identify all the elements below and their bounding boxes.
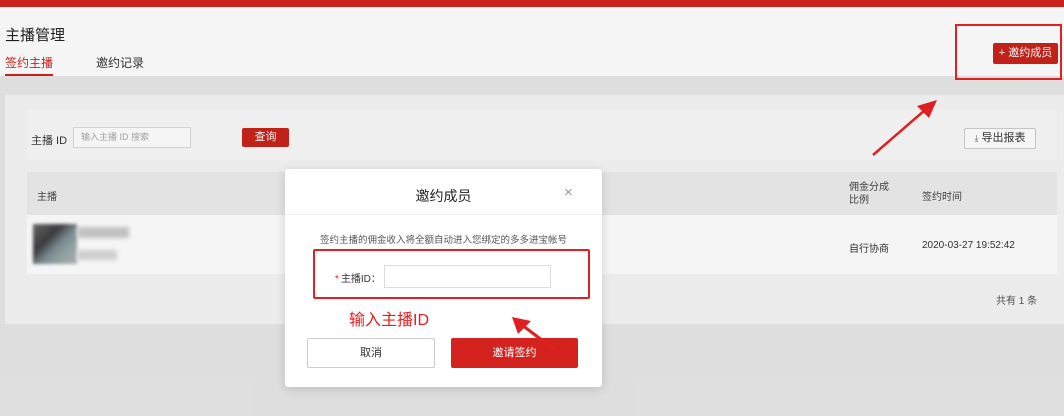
modal-description: 签约主播的佣金收入将全额自动进入您绑定的多多进宝帐号 <box>319 235 567 246</box>
modal-divider <box>285 214 602 215</box>
commission-cell: 自行协商 <box>849 244 889 255</box>
invite-member-modal: 邀约成员 × 签约主播的佣金收入将全额自动进入您绑定的多多进宝帐号 * 主播ID：… <box>285 169 602 387</box>
column-header-streamer: 主播 <box>37 192 57 203</box>
streamer-id-filter-label: 主播 ID <box>31 135 68 147</box>
tab-bar: 签约主播 邀约记录 <box>0 54 300 76</box>
annotation-highlight-box-field <box>313 249 590 299</box>
streamer-avatar <box>33 224 77 264</box>
modal-title: 邀约成员 <box>415 188 472 204</box>
signed-time-cell: 2020-03-27 19:52:42 <box>922 240 1015 251</box>
tab-invite-records[interactable]: 邀约记录 <box>96 54 144 76</box>
annotation-text: 输入主播ID <box>349 312 430 329</box>
total-count: 共有 1 条 <box>996 296 1038 307</box>
streamer-id-blurred <box>77 250 117 260</box>
column-header-signed-time: 签约时间 <box>922 192 962 203</box>
page-title: 主播管理 <box>5 27 66 44</box>
export-report-label: 导出报表 <box>981 132 1026 144</box>
streamer-name-blurred <box>77 227 129 238</box>
close-icon[interactable]: × <box>564 184 573 201</box>
column-header-commission: 佣金分成比例 <box>849 182 889 206</box>
download-icon: ⤓ <box>974 133 979 143</box>
top-accent-bar <box>0 0 1064 7</box>
search-button[interactable]: 查询 <box>242 128 289 147</box>
streamer-id-search-input[interactable]: 输入主播 ID 搜索 <box>73 127 191 148</box>
invite-sign-button[interactable]: 邀请签约 <box>451 338 578 368</box>
cancel-button[interactable]: 取消 <box>307 338 435 368</box>
export-report-button[interactable]: ⤓ 导出报表 <box>964 128 1036 149</box>
annotation-highlight-box-invite <box>955 24 1062 80</box>
tab-signed-streamers[interactable]: 签约主播 <box>5 54 54 76</box>
